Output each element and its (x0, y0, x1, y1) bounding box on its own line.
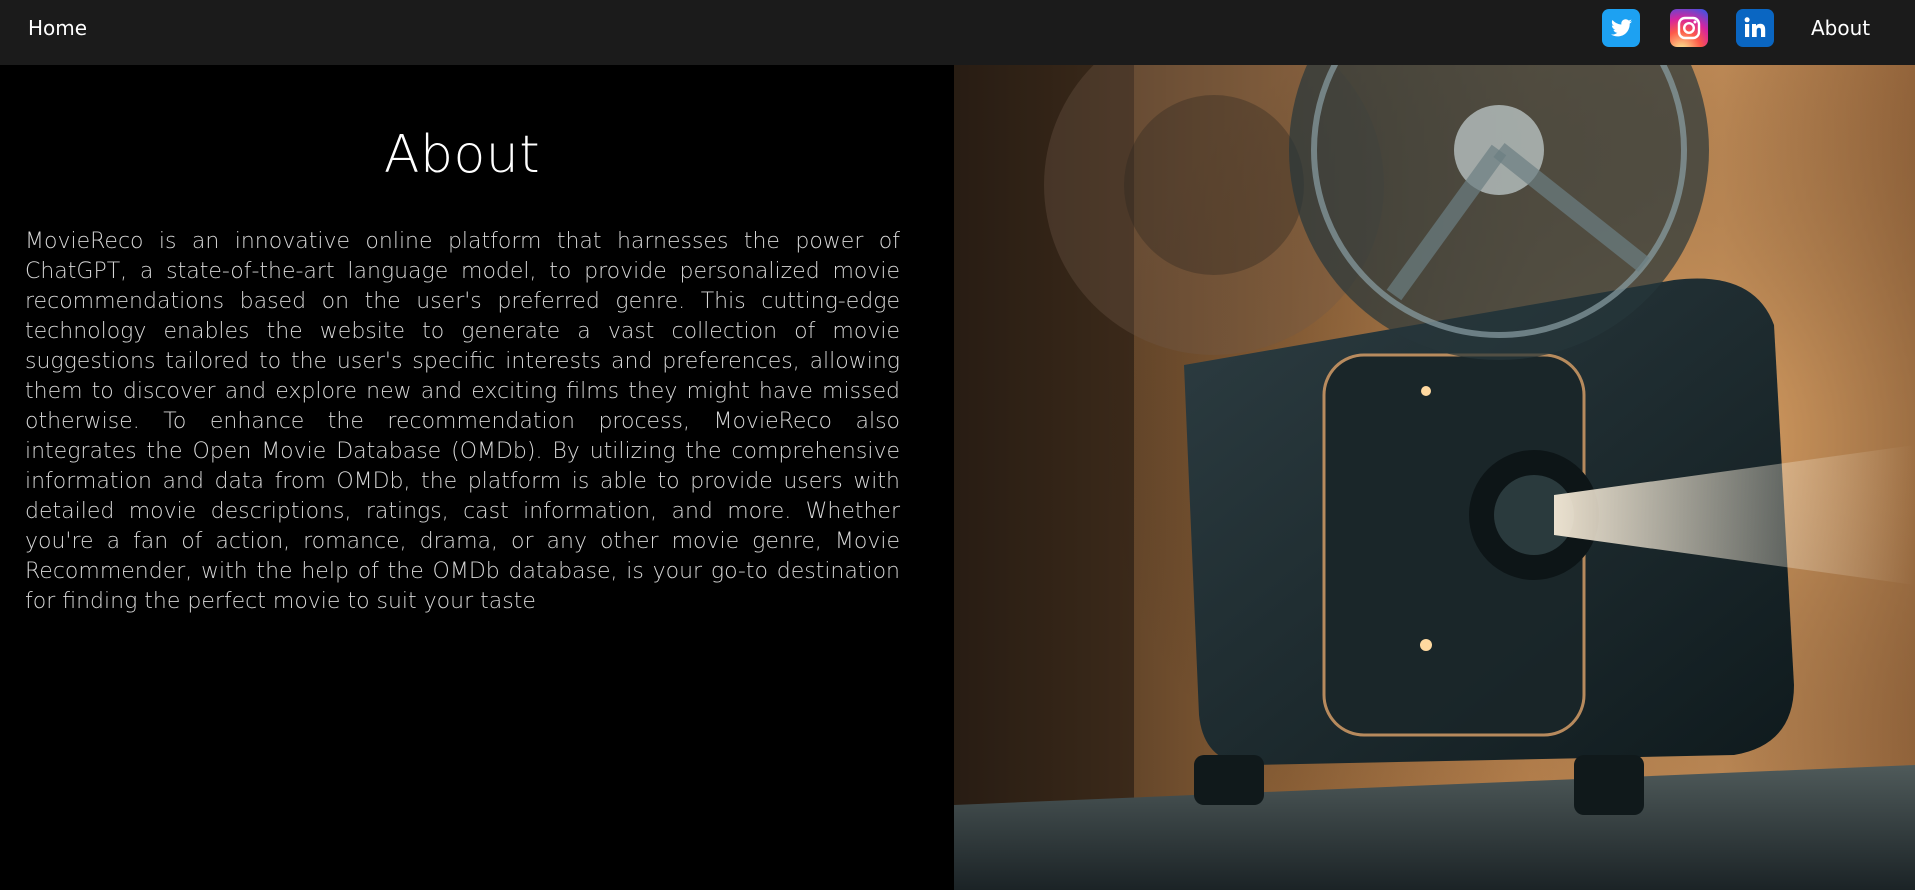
about-description: MovieReco is an innovative online platfo… (25, 229, 900, 614)
page-title: About (383, 125, 541, 185)
top-navbar: Home About (0, 0, 1915, 66)
instagram-camera-icon (1677, 16, 1701, 40)
twitter-link[interactable] (1602, 9, 1640, 47)
film-projector-illustration (954, 65, 1915, 890)
twitter-bird-icon (1611, 19, 1632, 37)
nav-home-link[interactable]: Home (28, 0, 87, 56)
nav-about-link[interactable]: About (1811, 0, 1870, 56)
instagram-link[interactable] (1670, 9, 1708, 47)
film-projector-image (954, 65, 1915, 890)
linkedin-in-icon (1744, 17, 1766, 37)
linkedin-link[interactable] (1736, 9, 1774, 47)
about-section: About MovieReco is an innovative online … (0, 65, 954, 890)
